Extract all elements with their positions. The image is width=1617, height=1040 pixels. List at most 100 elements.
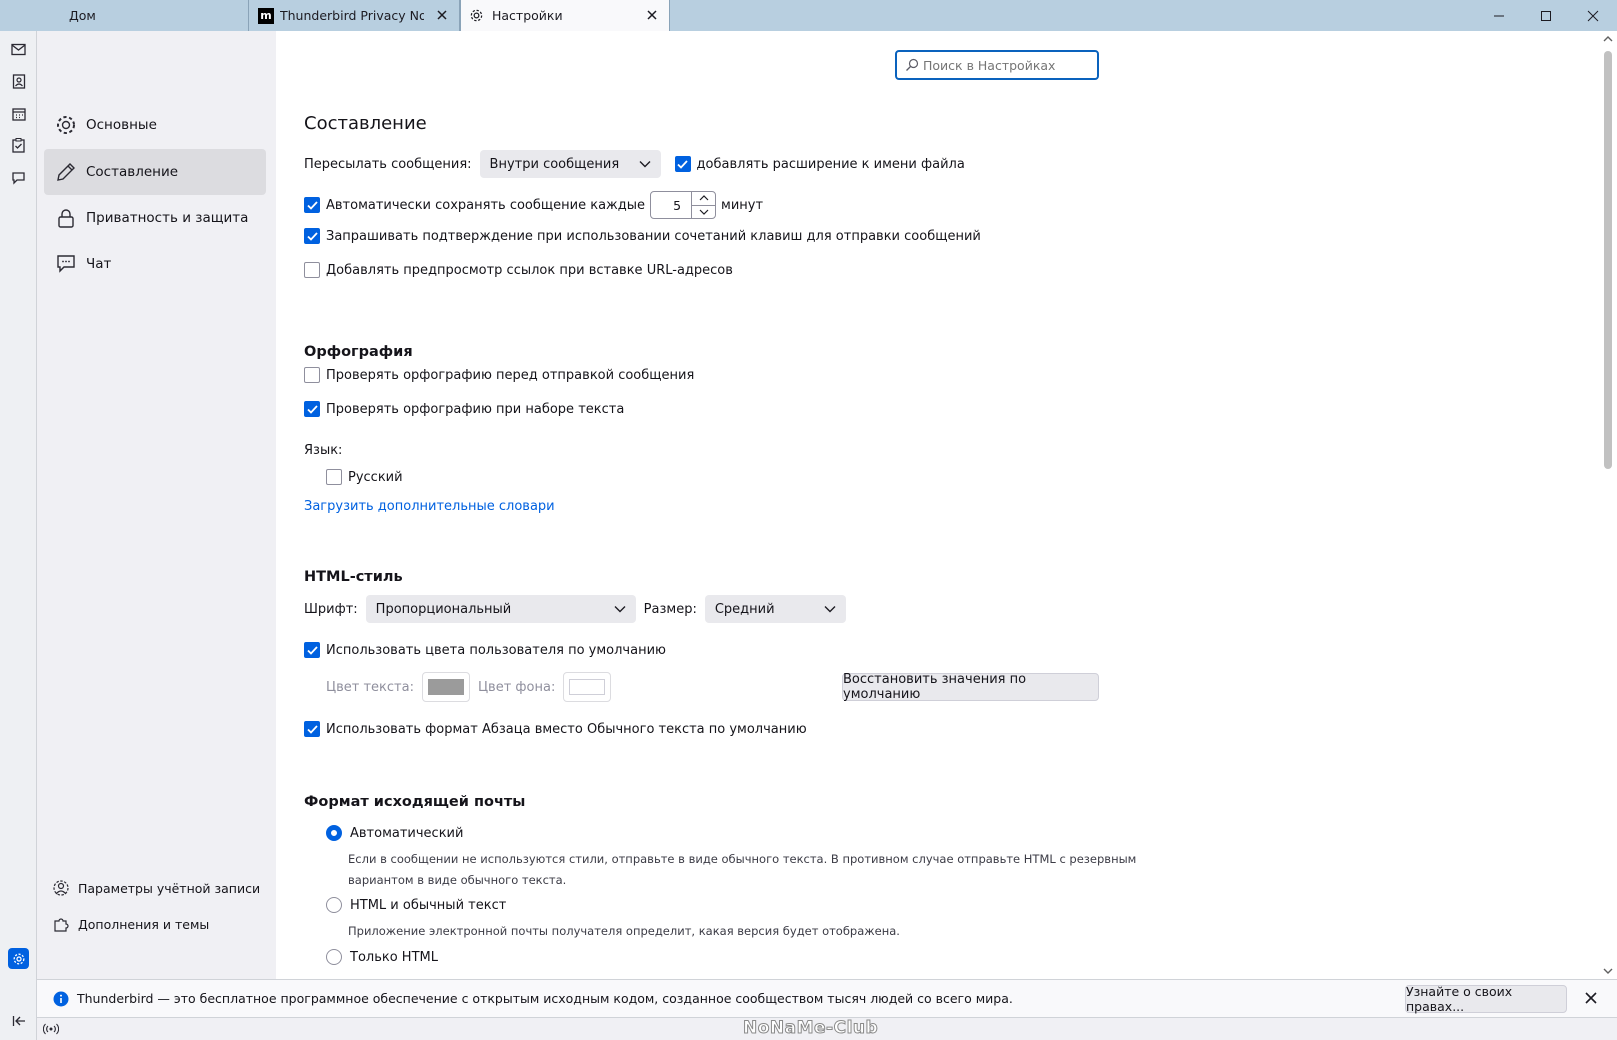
tasks-icon — [12, 138, 25, 153]
tab-home[interactable]: Дом — [37, 0, 249, 31]
category-label: Приватность и защита — [86, 210, 249, 226]
checkmark-icon — [306, 724, 318, 734]
paragraph-format-row: Использовать формат Абзаца вместо Обычно… — [304, 721, 807, 737]
scrollbar-thumb[interactable] — [1604, 51, 1612, 469]
collapse-spaces-button[interactable] — [8, 1010, 29, 1031]
composition-heading: Составление — [304, 113, 427, 134]
status-bar: NoNaMe-Club — [37, 1017, 1617, 1040]
scroll-down-icon — [1603, 968, 1613, 974]
autosave-label: Автоматически сохранять сообщение каждые — [326, 197, 646, 213]
font-label: Шрифт: — [304, 601, 358, 617]
mail-icon — [11, 43, 26, 56]
language-russian-checkbox[interactable] — [326, 469, 342, 485]
info-icon — [53, 991, 69, 1006]
size-select[interactable]: Средний — [704, 595, 846, 623]
close-icon[interactable] — [1585, 992, 1597, 1004]
format-both-row: HTML и обычный текст — [326, 897, 506, 913]
check-before-send-checkbox[interactable] — [304, 367, 320, 383]
paragraph-format-checkbox[interactable] — [304, 721, 320, 737]
lock-icon — [54, 206, 78, 230]
font-row: Шрифт: Пропорциональный Размер: Средний — [304, 595, 846, 623]
text-color-picker[interactable] — [421, 672, 470, 702]
calendar-space-button[interactable] — [8, 103, 29, 124]
calendar-icon — [11, 107, 26, 121]
size-value: Средний — [714, 601, 775, 617]
autosave-stepper[interactable]: 5 — [650, 191, 717, 219]
settings-space-button[interactable] — [8, 948, 29, 969]
size-label: Размер: — [643, 601, 697, 617]
addons-themes-label: Дополнения и темы — [78, 916, 210, 932]
close-icon[interactable] — [645, 8, 659, 22]
bg-color-picker[interactable] — [563, 672, 612, 702]
maximize-button[interactable] — [1523, 0, 1569, 31]
forward-row: Пересылать сообщения: Внутри сообщения д… — [304, 150, 965, 178]
paragraph-format-label: Использовать формат Абзаца вместо Обычно… — [326, 721, 807, 737]
category-chat[interactable]: Чат — [44, 241, 266, 287]
font-value: Пропорциональный — [375, 601, 512, 617]
add-extension-label: добавлять расширение к имени файла — [696, 156, 965, 172]
tab-privacy-notice[interactable]: m Thunderbird Privacy Notice — [250, 0, 460, 31]
addons-themes-link[interactable]: Дополнения и темы — [52, 915, 209, 933]
search-input[interactable] — [923, 57, 1093, 73]
html-style-heading: HTML-стиль — [304, 569, 403, 585]
know-your-rights-button[interactable]: Узнайте о своих правах... — [1405, 984, 1567, 1014]
chat-space-button[interactable] — [8, 167, 29, 188]
format-html-only-radio[interactable] — [326, 949, 342, 965]
checkmark-icon — [306, 404, 318, 414]
forward-select[interactable]: Внутри сообщения — [479, 150, 661, 178]
language-option-row: Русский — [326, 469, 403, 485]
check-while-typing-checkbox[interactable] — [304, 401, 320, 417]
spaces-toolbar — [0, 31, 37, 1040]
autosave-checkbox[interactable] — [304, 197, 320, 213]
category-label: Основные — [86, 117, 157, 133]
chevron-down-icon — [824, 606, 836, 613]
autosave-row: Автоматически сохранять сообщение каждые… — [304, 191, 763, 219]
confirm-shortcut-checkbox[interactable] — [304, 228, 320, 244]
address-book-space-button[interactable] — [8, 71, 29, 92]
gear-icon — [54, 113, 78, 137]
category-composition[interactable]: Составление — [44, 149, 266, 195]
bg-color-label: Цвет фона: — [477, 679, 556, 695]
minimize-button[interactable] — [1476, 0, 1522, 31]
format-auto-desc-2: вариантом в виде обычного текста. — [348, 873, 567, 887]
tasks-space-button[interactable] — [8, 135, 29, 156]
format-auto-radio[interactable] — [326, 825, 342, 841]
default-colors-checkbox[interactable] — [304, 642, 320, 658]
link-preview-checkbox[interactable] — [304, 262, 320, 278]
address-book-icon — [12, 74, 25, 89]
close-window-button[interactable] — [1570, 0, 1616, 31]
checkmark-icon — [677, 159, 688, 169]
search-box[interactable] — [895, 50, 1099, 80]
format-auto-row: Автоматический — [326, 825, 463, 841]
notification-bar: Thunderbird — это бесплатное программное… — [37, 979, 1617, 1017]
online-status-icon[interactable] — [43, 1023, 59, 1035]
language-label: Язык: — [304, 443, 343, 458]
stepper-up-button[interactable] — [692, 192, 716, 206]
chevron-down-icon — [699, 209, 708, 215]
category-label: Чат — [86, 256, 112, 272]
category-general[interactable]: Основные — [44, 102, 266, 148]
restore-defaults-button[interactable]: Восстановить значения по умолчанию — [842, 672, 1099, 702]
puzzle-icon — [52, 915, 70, 933]
default-colors-label: Использовать цвета пользователя по умолч… — [326, 642, 666, 658]
font-select[interactable]: Пропорциональный — [365, 595, 636, 623]
category-privacy[interactable]: Приватность и защита — [44, 195, 266, 241]
checkmark-icon — [306, 645, 318, 655]
forward-value: Внутри сообщения — [489, 156, 620, 172]
download-dictionaries-link[interactable]: Загрузить дополнительные словари — [304, 499, 555, 514]
format-both-label: HTML и обычный текст — [350, 897, 507, 913]
vertical-scrollbar[interactable] — [1599, 31, 1617, 979]
checkmark-icon — [306, 231, 318, 241]
tab-settings[interactable]: Настройки — [460, 0, 670, 31]
close-icon[interactable] — [435, 8, 449, 22]
stepper-down-button[interactable] — [692, 206, 715, 219]
category-label: Составление — [86, 164, 179, 180]
colors-row: Цвет текста: Цвет фона: — [326, 672, 619, 702]
chevron-up-icon — [699, 195, 708, 201]
add-extension-checkbox[interactable] — [674, 156, 691, 172]
format-both-radio[interactable] — [326, 897, 342, 913]
collapse-icon — [12, 1015, 25, 1026]
mail-space-button[interactable] — [8, 39, 29, 60]
account-settings-link[interactable]: Параметры учётной записи — [52, 879, 260, 897]
language-option-label: Русский — [348, 469, 403, 485]
